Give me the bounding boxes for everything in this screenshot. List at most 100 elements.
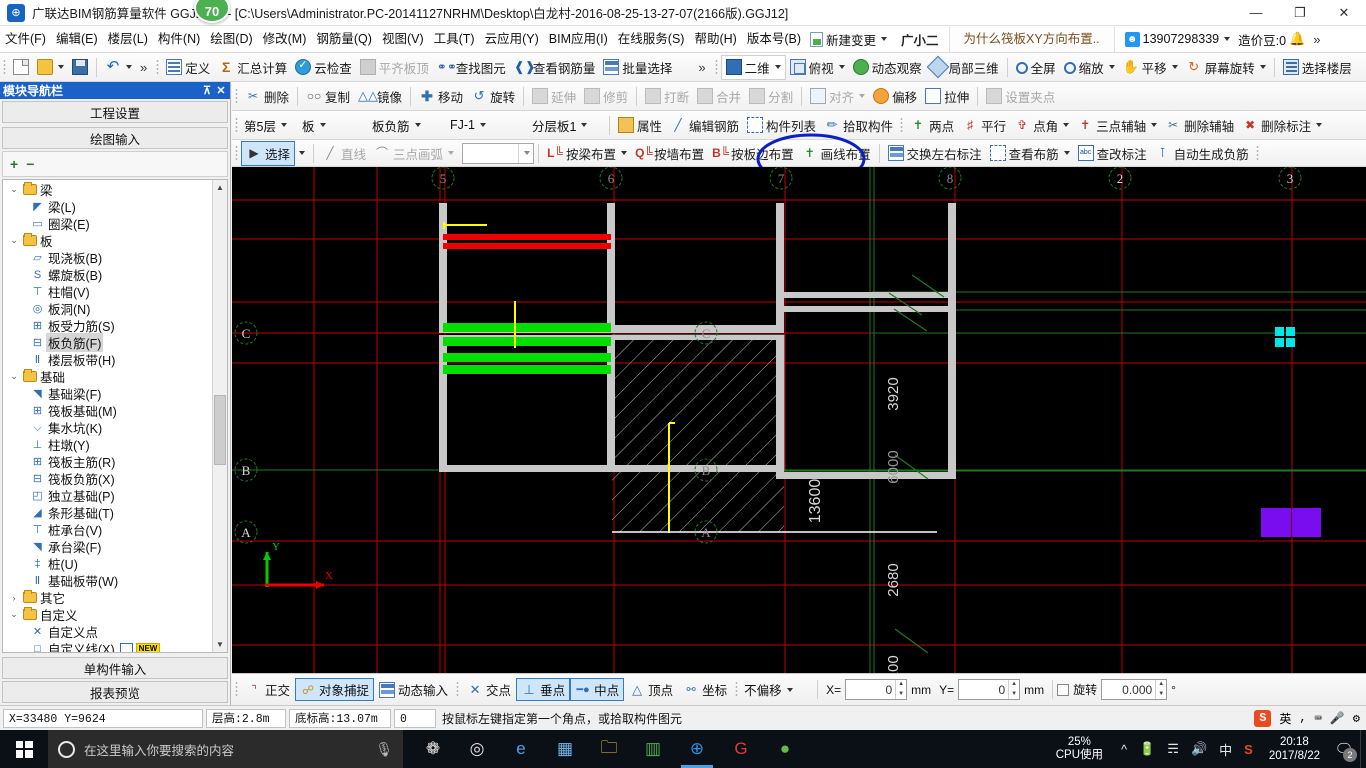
tree-item-楼层板带(H)[interactable]: Ⅱ 楼层板带(H) (3, 351, 212, 369)
tree-item-板洞(N)[interactable]: ◎ 板洞(N) (3, 300, 212, 318)
scrollbar-thumb[interactable] (214, 395, 226, 465)
status-grip-1[interactable] (235, 681, 238, 698)
screen-rotate-button[interactable]: ↻ 屏幕旋转 (1182, 55, 1270, 80)
tree-item-板受力筋(S)[interactable]: ⊞ 板受力筋(S) (3, 317, 212, 335)
intersection-snap-toggle[interactable]: ✕ 交点 (462, 678, 516, 701)
find-element-button[interactable]: ⚭⚭ 查找图元 (433, 55, 510, 80)
select-tool-button[interactable]: ▶ 选择 (241, 140, 296, 166)
menu-draw[interactable]: 绘图(D) (205, 28, 257, 50)
taskbar-app-store[interactable]: ▦ (545, 730, 585, 768)
layer-chevron-down-icon[interactable] (581, 123, 588, 127)
top-view-chevron-down-icon[interactable] (838, 65, 845, 69)
taskbar-app-edge[interactable]: e (501, 730, 541, 768)
tree-scrollbar[interactable]: ▲ ▼ (212, 180, 227, 652)
ime-label[interactable]: 英 (1279, 710, 1291, 727)
sidebar-tab-project-settings[interactable]: 工程设置 (2, 101, 228, 123)
properties-button[interactable]: 属性 (614, 113, 666, 138)
floor-selector[interactable]: 第5层 (241, 114, 299, 136)
coordinate-snap-toggle[interactable]: ⚯ 坐标 (678, 678, 732, 701)
account-area[interactable]: ☻ 13907298339 (1115, 31, 1234, 47)
tree-item-现浇板(B)[interactable]: ▱ 现浇板(B) (3, 249, 212, 267)
fullscreen-button[interactable]: 全屏 (1012, 55, 1060, 80)
tree-item-自定义线(X)[interactable]: □ 自定义线(X) NEW (3, 640, 212, 652)
toolbar-grip-2[interactable] (156, 58, 160, 76)
menu-view[interactable]: 视图(V) (377, 28, 429, 50)
select-floor-button[interactable]: 选择楼层 (1279, 55, 1356, 80)
three-point-axis-button[interactable]: ✝ 三点辅轴 (1073, 113, 1161, 138)
sogou-input-icon[interactable]: S (1254, 709, 1272, 727)
rotate-checkbox[interactable] (1057, 683, 1070, 696)
battery-icon[interactable]: 🔋 (1133, 741, 1161, 757)
tree-item-集水坑(K)[interactable]: ⌵ 集水坑(K) (3, 419, 212, 437)
offset-mode-chevron-down-icon[interactable] (786, 687, 793, 692)
menu-floor[interactable]: 楼层(L) (103, 28, 153, 50)
ime-mic-icon[interactable]: 🎤 (1330, 711, 1345, 726)
toolbar-grip-4[interactable] (235, 87, 238, 105)
delete-dimension-chevron-down-icon[interactable] (1316, 123, 1323, 127)
mirror-button[interactable]: △△ 镜像 (354, 84, 406, 109)
menu-tools[interactable]: 工具(T) (429, 28, 480, 50)
summary-calc-button[interactable]: Σ 汇总计算 (214, 55, 291, 80)
tree-item-柱墩(Y)[interactable]: ⊥ 柱墩(Y) (3, 436, 212, 454)
rotate-input[interactable]: 0.000 ▲ ▼ (1101, 679, 1168, 700)
offset-mode-selector[interactable]: 不偏移 (741, 679, 813, 701)
delete-button[interactable]: ✂ 删除 (241, 84, 293, 109)
coin-area[interactable]: 造价豆:0 🔔 (1234, 30, 1309, 49)
rotate-button[interactable]: ↺ 旋转 (467, 84, 519, 109)
cad-drawing[interactable]: 5 6 7 8 2 3 C B A C B A 3920 6000 2680 1… (232, 167, 1366, 673)
delete-dimension-button[interactable]: ✖ 删除标注 (1238, 113, 1326, 138)
floor-chevron-down-icon[interactable] (280, 123, 287, 127)
ortho-toggle[interactable]: ⌝ 正交 (241, 678, 295, 701)
remove-component-icon[interactable]: − (26, 156, 34, 172)
menu-online-service[interactable]: 在线服务(S) (613, 28, 690, 50)
toolbar-grip-8[interactable] (1255, 144, 1259, 162)
scroll-up-icon[interactable]: ▲ (213, 180, 227, 195)
toolbar-grip[interactable] (3, 58, 6, 76)
ime-settings-icon[interactable]: ⚙ (1353, 711, 1360, 726)
rotate-stepper[interactable]: ▲ ▼ (1155, 680, 1166, 699)
tree-folder-自定义[interactable]: ⌄ 自定义 (3, 606, 212, 623)
taskbar-app-sogou-s[interactable]: ❁ (413, 730, 453, 768)
object-snap-toggle[interactable]: ☍ 对象捕捉 (295, 678, 375, 701)
collapse-icon[interactable]: ⌄ (7, 371, 21, 382)
layer-selector[interactable]: 分层板1 (529, 114, 605, 136)
new-file-button[interactable] (9, 55, 33, 80)
minimize-button[interactable]: — (1234, 0, 1278, 26)
start-button[interactable] (0, 730, 48, 768)
toolbar-grip-5[interactable] (235, 116, 238, 134)
ime-keyboard-icon[interactable]: ⌨ (1315, 711, 1322, 726)
volume-icon[interactable]: 🔊 (1185, 741, 1213, 757)
taskbar-app-excel[interactable]: ▥ (633, 730, 673, 768)
move-button[interactable]: ✚ 移动 (415, 84, 467, 109)
menu-edit[interactable]: 编辑(E) (51, 28, 103, 50)
draw-line-place-button[interactable]: ✝ 画线布置 (798, 141, 875, 166)
tray-expand-icon[interactable]: ^ (1115, 742, 1133, 757)
wifi-icon[interactable]: ☴ (1161, 741, 1185, 757)
menu-file[interactable]: 文件(F) (0, 28, 51, 50)
x-offset-stepper[interactable]: ▲ ▼ (895, 680, 906, 699)
taskbar-app-swirl[interactable]: ◎ (457, 730, 497, 768)
menu-component[interactable]: 构件(N) (153, 28, 205, 50)
define-button[interactable]: 定义 (162, 55, 214, 80)
cloud-check-button[interactable]: 云检查 (291, 55, 356, 80)
batch-select-button[interactable]: 批量选择 (599, 55, 676, 80)
component-type-chevron-down-icon[interactable] (414, 123, 421, 127)
add-component-icon[interactable]: + (10, 156, 18, 172)
perpendicular-snap-toggle[interactable]: ⊥ 垂点 (516, 678, 571, 701)
taskbar-app-explorer[interactable]: 🗀 (589, 730, 629, 768)
collapse-icon[interactable]: ⌄ (7, 235, 21, 246)
taskbar-app-green-circle[interactable]: ● (765, 730, 805, 768)
point-angle-chevron-down-icon[interactable] (1063, 123, 1070, 127)
y-offset-input[interactable]: 0 ▲ ▼ (958, 679, 1021, 700)
menu-bim-apps[interactable]: BIM应用(I) (544, 28, 613, 50)
sidebar-tab-single-component-input[interactable]: 单构件输入 (2, 657, 228, 679)
x-offset-input[interactable]: 0 ▲ ▼ (845, 679, 908, 700)
pick-component-button[interactable]: ✏ 拾取构件 (820, 113, 897, 138)
tree-item-梁(L)[interactable]: ◤ 梁(L) (3, 198, 212, 216)
menu-modify[interactable]: 修改(M) (258, 28, 312, 50)
tree-item-筏板负筋(X)[interactable]: ⊟ 筏板负筋(X) (3, 470, 212, 488)
ime-comma-icon[interactable]: , (1299, 711, 1306, 725)
component-type-selector[interactable]: 板负筋 (369, 114, 447, 136)
open-file-button[interactable] (33, 55, 68, 80)
tree-item-桩承台(V)[interactable]: ⊤ 桩承台(V) (3, 521, 212, 539)
